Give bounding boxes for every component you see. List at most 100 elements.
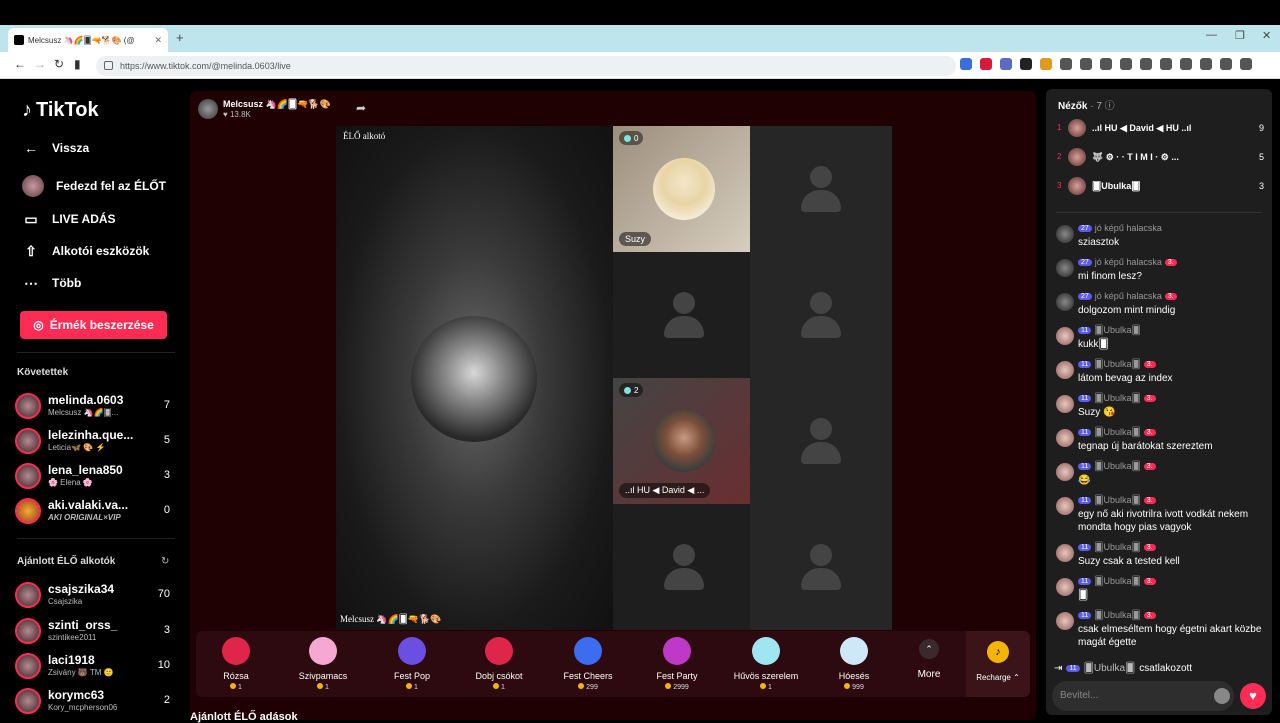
kiss-gift-icon <box>485 637 513 665</box>
window-top <box>0 0 1280 25</box>
forward-icon[interactable]: → <box>34 57 46 71</box>
recommended-item[interactable]: korymc63 Kory_mcpherson06 2 <box>15 685 175 717</box>
chat-user[interactable]: 🂠Ubulka🂠 <box>1094 542 1140 553</box>
empty-guest-slot[interactable] <box>750 378 892 504</box>
extension-icon[interactable] <box>1020 58 1032 70</box>
empty-guest-slot[interactable] <box>613 504 755 630</box>
new-tab-icon[interactable]: + <box>176 30 184 45</box>
url-field[interactable]: https://www.tiktok.com/@melinda.0603/liv… <box>96 56 956 76</box>
bookmark-icon[interactable]: ▮ <box>74 57 81 71</box>
close-tab-icon[interactable]: ✕ <box>154 35 162 46</box>
like-heart-button[interactable]: ♥ <box>1240 683 1266 709</box>
following-item[interactable]: lena_lena850 🌸 Elena 🌸 3 <box>15 460 175 492</box>
gift-item[interactable]: Dobj csókot 1 <box>459 637 539 693</box>
translate-icon[interactable] <box>960 58 972 70</box>
empty-guest-slot[interactable] <box>750 126 892 252</box>
browser-tab[interactable]: Melcsusz 🦄🌈🂠🔫🐕🎨 (@ ✕ <box>8 28 168 52</box>
download-icon[interactable] <box>1180 58 1192 70</box>
more-gifts-button[interactable]: ⌃ More <box>914 639 944 680</box>
following-sub: AKI ORIGINAL×VIP <box>48 513 121 522</box>
host-info[interactable]: Melcsusz 🦄🌈🂠🔫🐕🎨 ♥ 13.8K <box>198 97 331 121</box>
refresh-icon[interactable]: ↻ <box>161 556 169 567</box>
coin-icon: ◎ <box>33 318 44 332</box>
nav-live[interactable]: ▭ LIVE ADÁS <box>22 209 115 229</box>
chat-user[interactable]: 🂠Ubulka🂠 <box>1094 393 1140 404</box>
profile-icon[interactable] <box>1220 58 1232 70</box>
recharge-button[interactable]: ♪ Recharge ⌃ <box>966 631 1030 697</box>
chat-user[interactable]: 🂠Ubulka🂠 <box>1094 427 1140 438</box>
chat-user[interactable]: 🂠Ubulka🂠 <box>1094 325 1140 336</box>
extension-icon[interactable] <box>1100 58 1112 70</box>
chat-user[interactable]: jó képű halacska <box>1095 291 1162 301</box>
chat-user[interactable]: 🂠Ubulka🂠 <box>1094 359 1140 370</box>
top-viewer[interactable]: 3 🂠Ubulka🂠 3 <box>1054 176 1266 196</box>
nav-creator-tools[interactable]: ⇧ Alkotói eszközök <box>22 241 149 261</box>
guest-video-suzy[interactable]: 0 Suzy <box>613 126 755 252</box>
join-user[interactable]: 🂠Ubulka🂠 <box>1084 663 1136 674</box>
following-item[interactable]: melinda.0603 Melcsusz 🦄🌈🂠... 7 <box>15 390 175 422</box>
tiktok-logo[interactable]: ♪ TikTok <box>22 99 99 122</box>
chat-input[interactable]: Bevitel... <box>1052 681 1234 711</box>
avatar <box>15 428 41 454</box>
guest-video-david[interactable]: 2 ..ıl HU ◀ David ◀ ... <box>613 378 755 504</box>
chat-header: 11 🂠Ubulka🂠 3. <box>1078 542 1156 553</box>
chat-text: tegnap új barátokat szereztem <box>1078 441 1213 452</box>
site-info-icon[interactable] <box>104 61 113 70</box>
hls-icon[interactable] <box>1000 58 1012 70</box>
gift-item[interactable]: Fest Cheers 299 <box>548 637 628 693</box>
back-icon[interactable]: ← <box>14 57 26 71</box>
following-sub: 🌸 Elena 🌸 <box>48 478 93 487</box>
extension-icon[interactable] <box>1080 58 1092 70</box>
viewers-count: · 7 ⓘ <box>1090 101 1115 112</box>
top-viewer[interactable]: 1 ..ıl HU ◀ David ◀ HU ..ıl 9 <box>1054 118 1266 138</box>
gift-item[interactable]: Hóesés 999 <box>814 637 894 693</box>
gift-item[interactable]: Szivpamacs 1 <box>283 637 363 693</box>
music-icon[interactable] <box>1120 58 1132 70</box>
host-name: Melcsusz 🦄🌈🂠🔫🐕🎨 <box>223 99 331 109</box>
host-avatar[interactable] <box>198 99 218 119</box>
level-badge: 11 <box>1078 463 1092 470</box>
recommended-sub: Zsivány 🐻 TM 🙂 <box>48 668 114 677</box>
avatar <box>1056 361 1074 379</box>
top-viewer[interactable]: 2 🐺 ⚙ · · T I M I · ⚙ ... 5 <box>1054 147 1266 167</box>
gift-item[interactable]: Hűvös szerelem 1 <box>726 637 806 693</box>
cool-love-gift-icon <box>752 637 780 665</box>
chat-user[interactable]: 🂠Ubulka🂠 <box>1094 576 1140 587</box>
empty-guest-slot[interactable] <box>750 252 892 378</box>
minimize-icon[interactable]: — <box>1206 29 1217 41</box>
shield-icon[interactable] <box>1200 58 1212 70</box>
sidebar-icon[interactable] <box>1140 58 1152 70</box>
viewers-title: Nézők · 7 ⓘ <box>1058 97 1115 112</box>
extensions-puzzle-icon[interactable] <box>1060 58 1072 70</box>
share-icon[interactable]: ➦ <box>356 101 366 115</box>
extension-icon[interactable] <box>1040 58 1052 70</box>
empty-guest-slot[interactable] <box>750 504 892 630</box>
close-window-icon[interactable]: ✕ <box>1262 29 1271 42</box>
recommended-item[interactable]: csajszika34 Csajszika 70 <box>15 579 175 611</box>
reload-icon[interactable]: ↻ <box>54 57 64 71</box>
recommended-item[interactable]: laci1918 Zsivány 🐻 TM 🙂 10 <box>15 650 175 682</box>
wallet-icon[interactable] <box>1160 58 1172 70</box>
chat-user[interactable]: 🂠Ubulka🂠 <box>1094 461 1140 472</box>
gift-item[interactable]: Rózsa 1 <box>196 637 276 693</box>
maximize-icon[interactable]: ❐ <box>1235 29 1245 42</box>
emoji-icon[interactable] <box>1214 688 1230 704</box>
gift-item[interactable]: Fest Party 2999 <box>637 637 717 693</box>
host-video[interactable]: ÉLŐ alkotó Melcsusz 🦄🌈🂠🔫🐕🎨 <box>336 126 613 630</box>
chat-user[interactable]: jó képű halacska <box>1095 257 1162 267</box>
gift-price: 1 <box>726 683 806 691</box>
chat-user[interactable]: 🂠Ubulka🂠 <box>1094 495 1140 506</box>
chat-user[interactable]: jó képű halacska <box>1095 223 1162 233</box>
following-item[interactable]: lelezinha.que... Leticia🦋 🎨 ⚡ 5 <box>15 425 175 457</box>
empty-guest-slot[interactable] <box>613 252 755 378</box>
gift-item[interactable]: Fest Pop 1 <box>372 637 452 693</box>
nav-back[interactable]: ← Vissza <box>22 138 89 158</box>
chat-user[interactable]: 🂠Ubulka🂠 <box>1094 610 1140 621</box>
menu-icon[interactable] <box>1240 58 1252 70</box>
extension-x-icon[interactable] <box>980 58 992 70</box>
recommended-item[interactable]: szinti_orss_ szintikee2011 3 <box>15 615 175 647</box>
nav-more[interactable]: ⋯ Több <box>22 273 81 293</box>
get-coins-button[interactable]: ◎ Érmék beszerzése <box>20 311 167 339</box>
nav-explore-live[interactable]: Fedezd fel az ÉLŐT <box>22 175 166 197</box>
following-item[interactable]: aki.valaki.va... AKI ORIGINAL×VIP 0 <box>15 495 175 527</box>
